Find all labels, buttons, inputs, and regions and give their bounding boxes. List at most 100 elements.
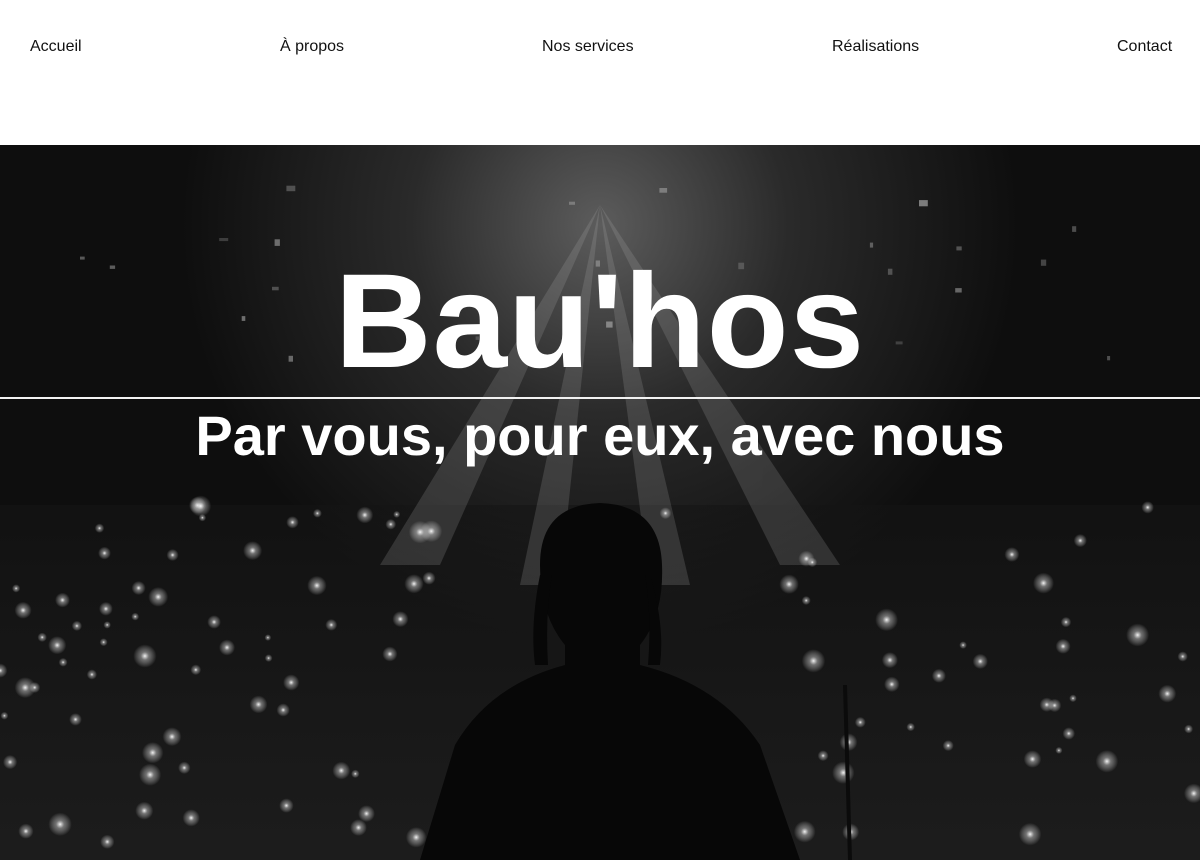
crowd-light: [382, 646, 398, 662]
crowd-light: [264, 634, 272, 641]
crowd-light: [219, 639, 235, 656]
crowd-light: [356, 506, 374, 524]
crowd-light: [162, 727, 182, 747]
crowd-light: [86, 669, 97, 680]
crowd-light: [972, 653, 988, 669]
crowd-light: [325, 619, 338, 631]
crowd-light: [1004, 547, 1020, 562]
crowd-light: [1095, 750, 1119, 773]
venue-light: [659, 188, 668, 193]
nav-link-a-propos[interactable]: À propos: [280, 37, 344, 57]
crowd-light: [139, 763, 162, 786]
crowd-light: [405, 827, 427, 848]
venue-light: [219, 238, 229, 242]
crowd-light: [12, 584, 21, 593]
crowd-light: [906, 722, 915, 732]
crowd-light: [1055, 638, 1071, 654]
crowd-light: [264, 654, 273, 662]
crowd-light: [286, 516, 299, 529]
crowd-light: [1023, 750, 1042, 768]
crowd-light: [392, 611, 409, 628]
crowd-light: [817, 750, 829, 762]
nav-link-accueil[interactable]: Accueil: [30, 37, 82, 57]
venue-light: [869, 242, 874, 248]
crowd-light: [801, 649, 826, 673]
crowd-light: [135, 801, 154, 820]
crowd-light: [404, 574, 424, 594]
crowd-light: [351, 769, 360, 778]
venue-light: [956, 246, 962, 251]
crowd-light: [393, 510, 401, 518]
crowd-light: [69, 713, 82, 726]
venue-light: [286, 185, 296, 192]
crowd-light: [133, 644, 157, 668]
nav-link-realisations[interactable]: Réalisations: [832, 37, 919, 57]
crowd-light: [48, 812, 72, 836]
crowd-light: [832, 761, 855, 784]
crowd-light: [801, 596, 811, 605]
crowd-light: [332, 761, 351, 780]
crowd-light: [71, 620, 82, 631]
crowd-light: [98, 546, 111, 560]
hero-tagline: Par vous, pour eux, avec nous: [195, 404, 1005, 467]
crowd-light: [1018, 822, 1042, 846]
crowd-light: [0, 711, 9, 720]
crowd-light: [959, 641, 967, 649]
venue-light: [274, 239, 280, 246]
crowd-light: [1141, 501, 1154, 514]
crowd-light: [1039, 697, 1055, 712]
crowd-light: [942, 740, 954, 752]
hero-section: Bau'hos Par vous, pour eux, avec nous: [0, 145, 1200, 860]
crowd-light: [1158, 684, 1177, 703]
crowd-light: [422, 571, 436, 585]
crowd-light: [1033, 572, 1054, 594]
venue-light: [1072, 226, 1077, 232]
crowd-light: [1126, 623, 1150, 647]
crowd-light: [37, 632, 47, 642]
crowd-light: [94, 523, 105, 533]
crowd-light: [14, 601, 32, 619]
crowd-light: [1062, 727, 1076, 740]
crowd-light: [207, 615, 221, 629]
crowd-light: [884, 676, 900, 692]
crowd-light: [875, 608, 898, 632]
crowd-light: [100, 834, 115, 849]
hero-divider: [0, 397, 1200, 399]
crowd-light: [420, 520, 443, 543]
crowd-light: [307, 575, 327, 596]
crowd-light: [58, 657, 68, 667]
crowd-light: [3, 755, 18, 770]
crowd-light: [931, 668, 946, 683]
crowd-light: [182, 809, 200, 827]
crowd-light: [103, 621, 111, 629]
crowd-light: [48, 636, 67, 655]
top-navigation: Accueil À propos Nos services Réalisatio…: [0, 0, 1200, 145]
crowd-light: [793, 820, 816, 843]
venue-light: [569, 201, 575, 205]
crowd-light: [881, 652, 898, 669]
crowd-light: [283, 674, 300, 691]
crowd-light: [276, 703, 290, 717]
crowd-light: [1060, 616, 1072, 628]
crowd-light: [131, 612, 140, 621]
crowd-light: [659, 507, 672, 520]
nav-link-contact[interactable]: Contact: [1117, 37, 1172, 57]
crowd-light: [1073, 534, 1087, 548]
nav-link-nos-services[interactable]: Nos services: [542, 37, 634, 57]
crowd-light: [779, 574, 799, 594]
crowd-light: [249, 695, 268, 714]
crowd-light: [350, 819, 367, 836]
crowd-light: [854, 716, 866, 728]
hero-title: Bau'hos: [334, 247, 866, 396]
crowd-light: [18, 823, 34, 839]
crowd-light: [190, 664, 202, 676]
crowd-light: [131, 581, 146, 595]
crowd-light: [99, 638, 108, 647]
venue-light: [919, 200, 928, 207]
crowd-light: [1184, 724, 1193, 734]
crowd-light: [313, 508, 322, 518]
crowd-light: [148, 587, 169, 607]
crowd-light: [190, 495, 212, 517]
crowd-light: [29, 682, 41, 693]
crowd-light: [55, 592, 70, 608]
